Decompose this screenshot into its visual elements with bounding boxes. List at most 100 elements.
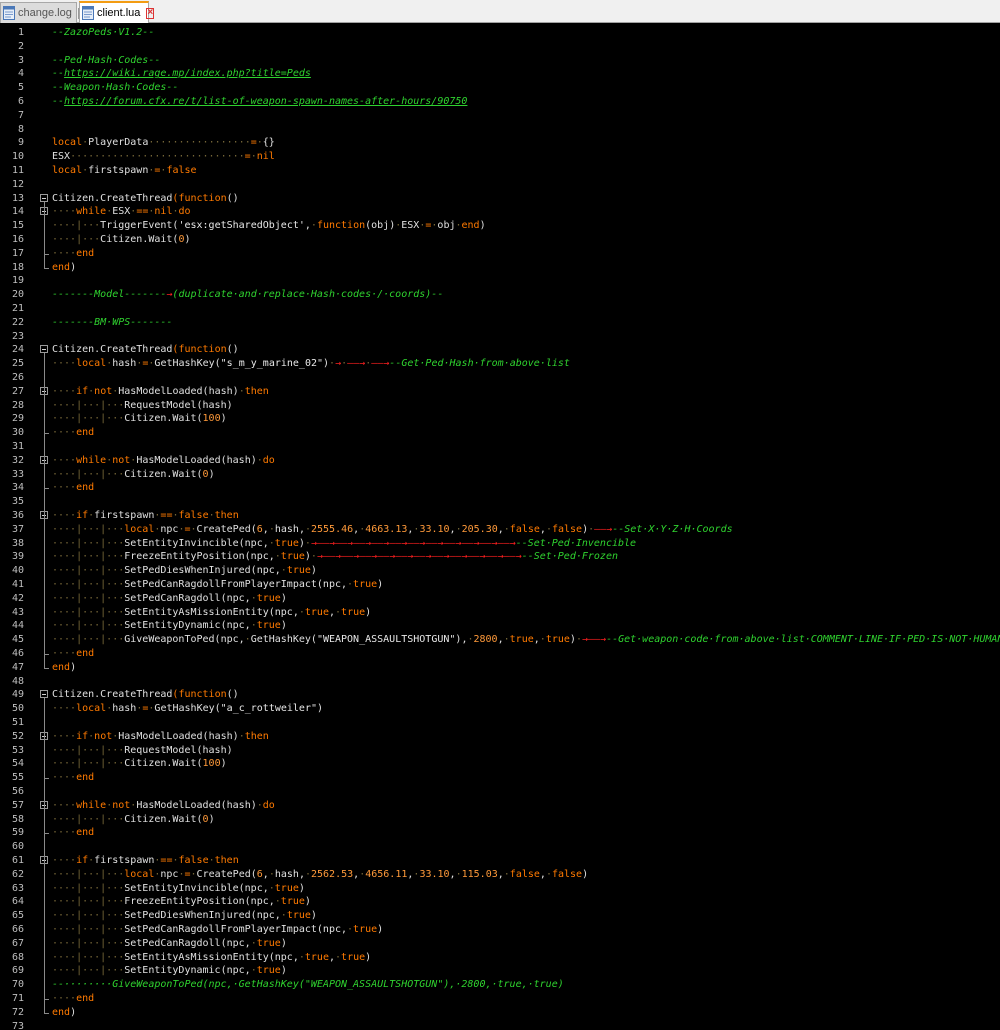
code-line[interactable]: 36 ····if·firstspawn·==·false·then	[0, 509, 1000, 523]
code-line[interactable]: 49 Citizen.CreateThread(function()	[0, 688, 1000, 702]
code-line[interactable]: 6 --https://forum.cfx.re/t/list-of-weapon…	[0, 95, 1000, 109]
code-line[interactable]: 53 ····|···|···RequestModel(hash)	[0, 744, 1000, 758]
code-line[interactable]: 23	[0, 330, 1000, 344]
code-line[interactable]: 31	[0, 440, 1000, 454]
code-line[interactable]: 16 ····|···Citizen.Wait(0)	[0, 233, 1000, 247]
code-line[interactable]: 25 ····local·hash·=·GetHashKey("s_m_y_mar…	[0, 357, 1000, 371]
code-line[interactable]: 56	[0, 785, 1000, 799]
code-token: SetEntityDynamic(npc,	[124, 965, 251, 977]
code-token: true	[274, 882, 299, 894]
code-line[interactable]: 27 ····if·not·HasModelLoaded(hash)·then	[0, 385, 1000, 399]
code-token: do	[262, 454, 275, 466]
code-line[interactable]: 4 --https://wiki.rage.mp/index.php?title=…	[0, 67, 1000, 81]
code-line[interactable]: 2	[0, 40, 1000, 54]
code-line[interactable]: 38 ····|···|···SetEntityInvincible(npc,·t…	[0, 537, 1000, 551]
tab-client-lua[interactable]: client.lua ×	[79, 1, 155, 23]
code-line[interactable]: 19	[0, 274, 1000, 288]
code-line[interactable]: 26	[0, 371, 1000, 385]
line-number: 37	[11, 523, 24, 535]
code-line[interactable]: 47 end)	[0, 661, 1000, 675]
code-text: ····if·firstspawn·==·false·then	[52, 854, 239, 868]
code-line[interactable]: 73	[0, 1020, 1000, 1030]
code-line[interactable]: 10 ESX·····························=·nil	[0, 150, 1000, 164]
code-editor[interactable]: 1 --ZazoPeds·V1.2-- 2 3 --Ped·Hash·Codes-- 4-…	[0, 24, 1000, 1030]
code-line[interactable]: 64 ····|···|···FreezeEntityPosition(npc,·…	[0, 895, 1000, 909]
code-line[interactable]: 13 Citizen.CreateThread(function()	[0, 192, 1000, 206]
code-line[interactable]: 43 ····|···|···SetEntityAsMissionEntity(n…	[0, 606, 1000, 620]
code-token: ····|···|···	[52, 468, 125, 480]
code-line[interactable]: 50 ····local·hash·=·GetHashKey("a_c_rottw…	[0, 702, 1000, 716]
code-token: ····|···|···	[52, 868, 125, 880]
code-line[interactable]: 68 ····|···|···SetEntityAsMissionEntity(n…	[0, 951, 1000, 965]
code-line[interactable]: 72 end)	[0, 1006, 1000, 1020]
code-line[interactable]: 55 ····end	[0, 771, 1000, 785]
code-line[interactable]: 57 ····while·not·HasModelLoaded(hash)·do	[0, 799, 1000, 813]
code-line[interactable]: 33 ····|···|···Citizen.Wait(0)	[0, 468, 1000, 482]
code-line[interactable]: 17 ····end	[0, 247, 1000, 261]
code-line[interactable]: 24 Citizen.CreateThread(function()	[0, 343, 1000, 357]
code-line[interactable]: 40 ····|···|···SetPedDiesWhenInjured(npc,…	[0, 564, 1000, 578]
code-line[interactable]: 11 local·firstspawn·=·false	[0, 164, 1000, 178]
code-line[interactable]: 18 end)	[0, 261, 1000, 275]
code-line[interactable]: 8	[0, 123, 1000, 137]
code-line[interactable]: 21	[0, 302, 1000, 316]
code-line[interactable]: 30 ····end	[0, 426, 1000, 440]
code-line[interactable]: 35	[0, 495, 1000, 509]
code-line[interactable]: 54 ····|···|···Citizen.Wait(100)	[0, 757, 1000, 771]
code-line[interactable]: 14 ····while·ESX·==·nil·do	[0, 205, 1000, 219]
code-line[interactable]: 12	[0, 178, 1000, 192]
code-token: ····|···|···	[52, 910, 125, 922]
code-token: ····	[52, 358, 77, 370]
code-line[interactable]: 60	[0, 840, 1000, 854]
code-token: true	[280, 896, 305, 908]
code-line[interactable]: 66 ····|···|···SetPedCanRagdollFromPlayer…	[0, 923, 1000, 937]
close-icon[interactable]: ×	[146, 7, 155, 19]
fold-box-icon[interactable]	[40, 193, 48, 202]
code-line[interactable]: 71 ····end	[0, 992, 1000, 1006]
code-token: )	[365, 606, 372, 618]
code-line[interactable]: 45 ····|···|···GiveWeaponToPed(npc,·GetHa…	[0, 633, 1000, 647]
code-line[interactable]: 44 ····|···|···SetEntityDynamic(npc,·true…	[0, 619, 1000, 633]
code-token: ····|···|···	[52, 744, 125, 756]
code-token: do	[178, 206, 191, 218]
code-line[interactable]: 34 ····end	[0, 481, 1000, 495]
code-line[interactable]: 62 ····|···|···local·npc·=·CreatePed(6,·h…	[0, 868, 1000, 882]
code-token: ····	[52, 993, 77, 1004]
code-line[interactable]: 22 -------BM·WPS-------	[0, 316, 1000, 330]
code-token: true	[256, 620, 281, 632]
code-line[interactable]: 46 ····end	[0, 647, 1000, 661]
code-line[interactable]: 1 --ZazoPeds·V1.2--	[0, 26, 1000, 40]
line-number: 57	[11, 799, 24, 811]
code-line[interactable]: 41 ····|···|···SetPedCanRagdollFromPlayer…	[0, 578, 1000, 592]
code-line[interactable]: 5 --Weapon·Hash·Codes--	[0, 81, 1000, 95]
code-line[interactable]: 59 ····end	[0, 826, 1000, 840]
code-line[interactable]: 48	[0, 675, 1000, 689]
code-line[interactable]: 28 ····|···|···RequestModel(hash)	[0, 399, 1000, 413]
code-line[interactable]: 65 ····|···|···SetPedDiesWhenInjured(npc,…	[0, 909, 1000, 923]
code-line[interactable]: 69 ····|···|···SetEntityDynamic(npc,·true…	[0, 964, 1000, 978]
code-line[interactable]: 20 -------Model-------→(duplicate·and·rep…	[0, 288, 1000, 302]
code-line[interactable]: 7	[0, 109, 1000, 123]
code-line[interactable]: 58 ····|···|···Citizen.Wait(0)	[0, 813, 1000, 827]
code-line[interactable]: 52 ····if·not·HasModelLoaded(hash)·then	[0, 730, 1000, 744]
tab-change-log[interactable]: change.log ×	[0, 2, 86, 23]
code-line[interactable]: 42 ····|···|···SetPedCanRagdoll(npc,·true…	[0, 592, 1000, 606]
code-line[interactable]: 9 local·PlayerData·················=·{}	[0, 136, 1000, 150]
code-line[interactable]: 37 ····|···|···local·npc·=·CreatePed(6,·h…	[0, 523, 1000, 537]
code-line[interactable]: 63 ····|···|···SetEntityInvincible(npc,·t…	[0, 882, 1000, 896]
code-line[interactable]: 51	[0, 716, 1000, 730]
code-line[interactable]: 32 ····while·not·HasModelLoaded(hash)·do	[0, 454, 1000, 468]
line-number: 64	[11, 896, 24, 908]
code-line[interactable]: 29 ····|···|···Citizen.Wait(100)	[0, 412, 1000, 426]
code-text: ····while·not·HasModelLoaded(hash)·do	[52, 799, 275, 813]
fold-guide-line	[44, 463, 45, 489]
code-line[interactable]: 39 ····|···|···FreezeEntityPosition(npc,·…	[0, 550, 1000, 564]
fold-box-icon[interactable]	[40, 345, 48, 354]
code-line[interactable]: 3 --Ped·Hash·Codes--	[0, 54, 1000, 68]
code-line[interactable]: 61 ····if·firstspawn·==·false·then	[0, 854, 1000, 868]
code-token: )	[280, 937, 287, 949]
code-line[interactable]: 70 --········GiveWeaponToPed(npc,·GetHash…	[0, 978, 1000, 992]
code-line[interactable]: 67 ····|···|···SetPedCanRagdoll(npc,·true…	[0, 937, 1000, 951]
fold-box-icon[interactable]	[40, 690, 48, 699]
code-line[interactable]: 15 ····|···TriggerEvent('esx:getSharedObj…	[0, 219, 1000, 233]
